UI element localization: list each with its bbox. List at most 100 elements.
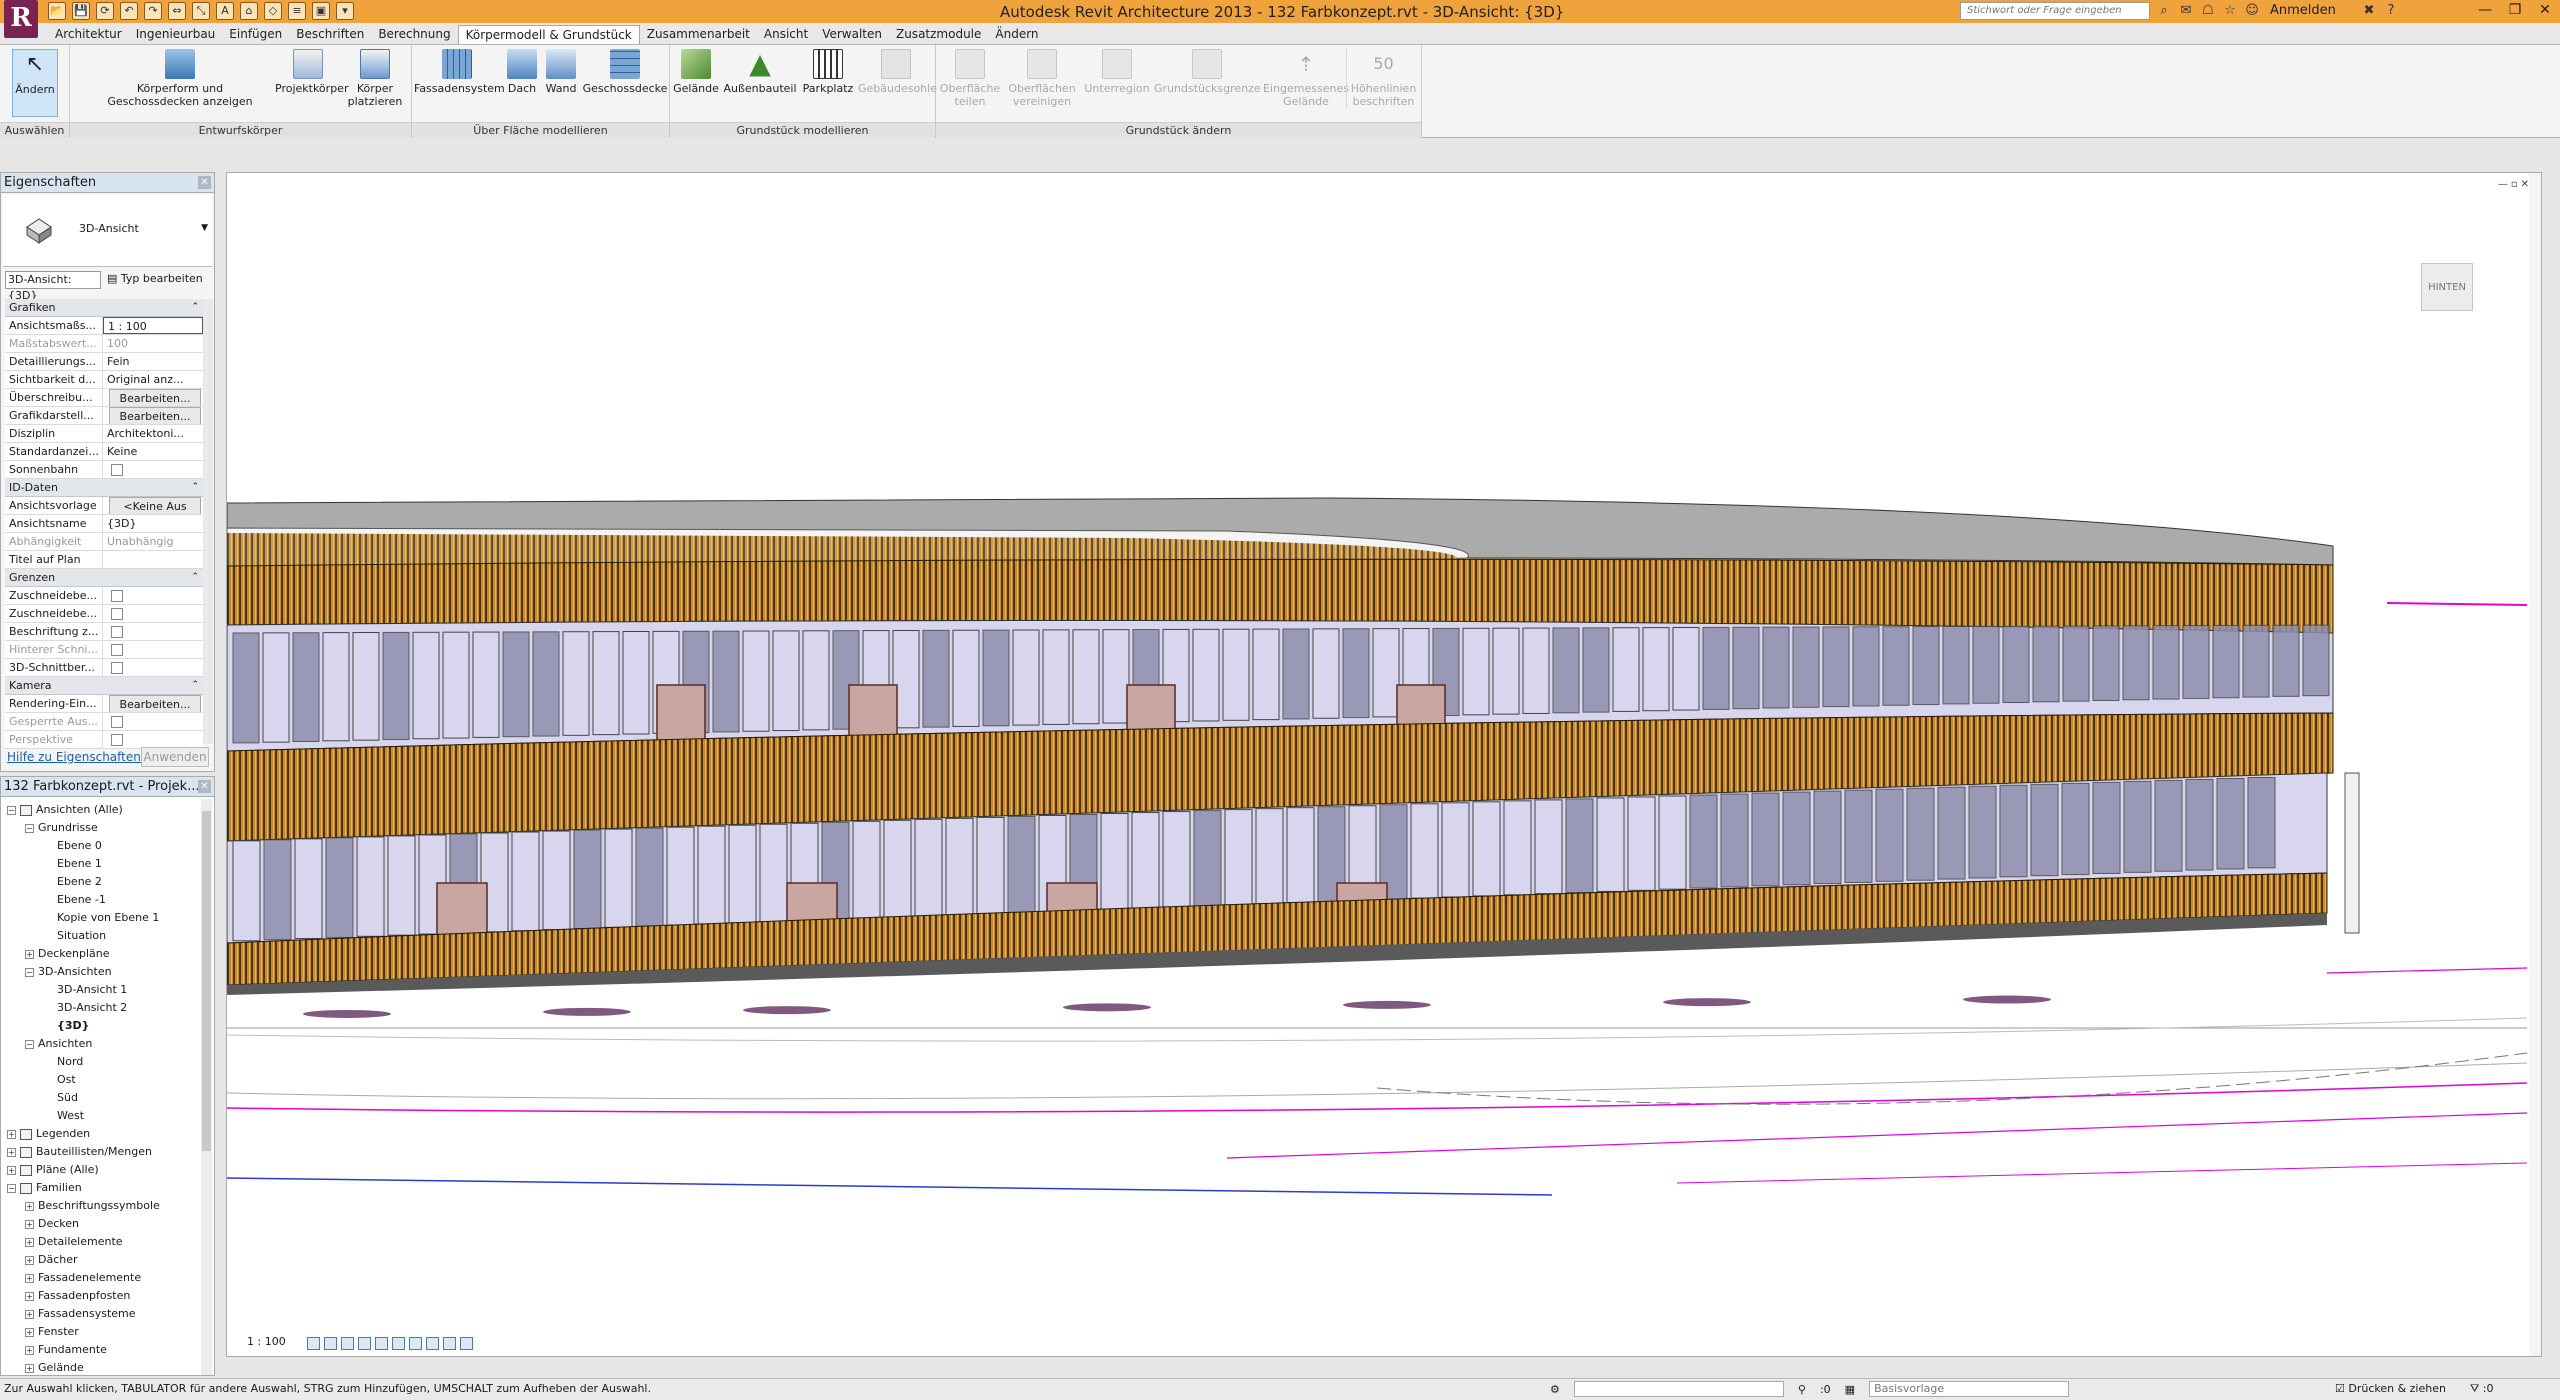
minimize-view-icon[interactable]: — <box>2498 179 2508 190</box>
property-value[interactable]: {3D} <box>103 515 203 532</box>
place-mass-button[interactable]: Körper platzieren <box>345 49 405 108</box>
property-checkbox[interactable] <box>111 464 123 476</box>
viewport-vertical-scrollbar[interactable] <box>2529 173 2541 1356</box>
thin-lines-icon[interactable]: ≡ <box>288 2 306 20</box>
tree-node[interactable]: + Fundamente <box>1 1341 201 1359</box>
property-value[interactable]: Original anz... <box>103 371 203 388</box>
collapse-icon[interactable]: − <box>7 805 16 815</box>
merge-surfaces-button[interactable]: Oberflächen vereinigen <box>1004 49 1080 108</box>
tree-node[interactable]: Süd <box>1 1089 201 1107</box>
tree-node[interactable]: − Familien <box>1 1179 201 1197</box>
collapse-icon[interactable]: − <box>25 967 34 977</box>
collapse-icon[interactable]: − <box>7 1183 16 1193</box>
tree-node[interactable]: Ebene 1 <box>1 855 201 873</box>
property-checkbox-cell[interactable] <box>103 461 203 478</box>
tree-node[interactable]: Nord <box>1 1053 201 1071</box>
building-pad-button[interactable]: Gebäudesohle <box>858 49 937 95</box>
open-icon[interactable]: 📂 <box>48 2 66 20</box>
tree-node[interactable]: Ebene -1 <box>1 891 201 909</box>
detail-level-icon[interactable] <box>307 1337 320 1350</box>
subregion-button[interactable]: Unterregion <box>1082 49 1152 95</box>
edit-button[interactable]: <Keine Aus <box>109 497 201 514</box>
collapse-icon[interactable]: − <box>25 1039 34 1049</box>
worksets-icon[interactable]: ⚙ <box>1550 1383 1560 1396</box>
expand-icon[interactable]: + <box>25 1345 34 1355</box>
help-icon[interactable]: ? <box>2382 2 2400 20</box>
tree-node[interactable]: − Grundrisse <box>1 819 201 837</box>
graded-region-button[interactable]: ⇡ Eingemessenes Gelände <box>1262 49 1350 108</box>
expand-icon[interactable]: + <box>25 949 34 959</box>
visual-style-icon[interactable] <box>324 1337 337 1350</box>
tree-node[interactable]: + Legenden <box>1 1125 201 1143</box>
tab-körpermodell-grundstück[interactable]: Körpermodell & Grundstück <box>457 25 640 44</box>
expand-icon[interactable]: + <box>25 1237 34 1247</box>
communication-icon[interactable]: ☖ <box>2199 2 2217 20</box>
expand-icon[interactable]: + <box>25 1291 34 1301</box>
show-mass-button[interactable]: Körperform und Geschossdecken anzeigen <box>100 49 260 108</box>
tree-node[interactable]: Ebene 2 <box>1 873 201 891</box>
roof-button[interactable]: Dach <box>504 49 540 95</box>
property-value-input[interactable]: 1 : 100 <box>103 317 203 334</box>
sync-icon[interactable]: ⟳ <box>96 2 114 20</box>
tree-node[interactable]: Situation <box>1 927 201 945</box>
main-model-icon[interactable]: ▦ <box>1845 1383 1855 1396</box>
instance-filter-select[interactable]: 3D-Ansicht: {3D} <box>5 271 101 302</box>
expand-icon[interactable]: + <box>25 1219 34 1229</box>
collapse-icon[interactable]: ⌃ <box>191 299 199 316</box>
reveal-hidden-icon[interactable] <box>460 1337 473 1350</box>
tab-ändern[interactable]: Ändern <box>988 25 1045 44</box>
tree-node[interactable]: − Ansichten <box>1 1035 201 1053</box>
property-group-header[interactable]: ID-Daten ⌃ <box>5 479 203 497</box>
property-value[interactable]: Keine <box>103 443 203 460</box>
3d-view-icon[interactable]: ⌂ <box>240 2 258 20</box>
user-icon[interactable]: ☺ <box>2243 2 2261 20</box>
workset-select[interactable]: Basisvorlage <box>1869 1381 2070 1397</box>
property-group-header[interactable]: Grafiken ⌃ <box>5 299 203 317</box>
tree-node[interactable]: + Fassadenelemente <box>1 1269 201 1287</box>
expand-icon[interactable]: + <box>7 1129 16 1139</box>
view-scale[interactable]: 1 : 100 <box>247 1335 286 1348</box>
property-value[interactable] <box>103 551 203 568</box>
tree-node[interactable]: 3D-Ansicht 1 <box>1 981 201 999</box>
sun-path-icon[interactable] <box>341 1337 354 1350</box>
switch-windows-icon[interactable]: ▾ <box>336 2 354 20</box>
collapse-icon[interactable]: ⌃ <box>191 677 199 694</box>
modify-button[interactable]: ↖ Ändern <box>12 49 58 117</box>
save-icon[interactable]: 💾 <box>72 2 90 20</box>
curtain-system-button[interactable]: Fassadensystem <box>414 49 505 95</box>
edit-type-button[interactable]: ▤ Typ bearbeiten <box>107 272 203 285</box>
tab-zusammenarbeit[interactable]: Zusammenarbeit <box>640 25 757 44</box>
tab-einfügen[interactable]: Einfügen <box>222 25 289 44</box>
close-window-button[interactable]: ✕ <box>2530 0 2560 20</box>
crop-view-icon[interactable] <box>392 1337 405 1350</box>
expand-icon[interactable]: + <box>25 1363 34 1373</box>
login-button[interactable]: Anmelden <box>2270 3 2336 18</box>
apply-button[interactable]: Anwenden <box>141 747 209 767</box>
tree-node[interactable]: + Detailelemente <box>1 1233 201 1251</box>
property-checkbox[interactable] <box>111 662 123 674</box>
3d-viewport[interactable]: — ▫ ✕ HINTEN 1 : 100 <box>226 172 2542 1357</box>
collapse-icon[interactable]: − <box>25 823 34 833</box>
tree-node[interactable]: Kopie von Ebene 1 <box>1 909 201 927</box>
properties-help-link[interactable]: Hilfe zu Eigenschaften <box>7 750 141 764</box>
property-checkbox-cell[interactable] <box>103 659 203 676</box>
toposurface-button[interactable]: Gelände <box>672 49 720 95</box>
edit-button[interactable]: Bearbeiten... <box>109 695 201 712</box>
tab-architektur[interactable]: Architektur <box>48 25 129 44</box>
application-menu-button[interactable]: R <box>4 0 38 38</box>
tree-node[interactable]: + Deckenpläne <box>1 945 201 963</box>
hide-isolate-icon[interactable] <box>443 1337 456 1350</box>
parking-button[interactable]: Parkplatz <box>800 49 856 95</box>
tree-node[interactable]: + Dächer <box>1 1251 201 1269</box>
expand-icon[interactable]: + <box>25 1201 34 1211</box>
maximize-button[interactable]: ❐ <box>2500 0 2530 20</box>
expand-icon[interactable]: + <box>7 1147 16 1157</box>
minimize-button[interactable]: — <box>2470 0 2500 20</box>
tree-node[interactable]: 3D-Ansicht 2 <box>1 999 201 1017</box>
close-view-icon[interactable]: ✕ <box>2521 179 2529 190</box>
wall-button[interactable]: Wand <box>542 49 580 95</box>
design-options-select[interactable] <box>1573 1381 1784 1397</box>
section-icon[interactable]: ◇ <box>264 2 282 20</box>
collapse-icon[interactable]: ⌃ <box>191 569 199 586</box>
tree-node[interactable]: Ost <box>1 1071 201 1089</box>
